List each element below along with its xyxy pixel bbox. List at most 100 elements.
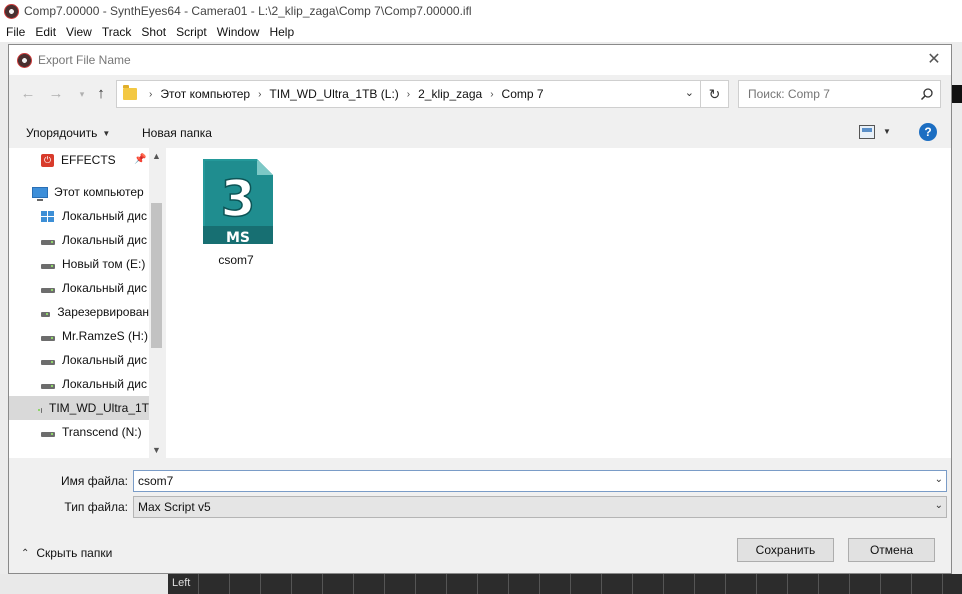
nav-item-drive[interactable]: Локальный дис xyxy=(9,204,149,228)
folder-icon xyxy=(123,85,137,100)
filename-input[interactable] xyxy=(134,471,914,491)
filetype-select[interactable]: Max Script v5 ⌄ xyxy=(133,496,947,518)
address-bar[interactable]: › Этот компьютер › TIM_WD_Ultra_1TB (L:)… xyxy=(116,80,701,108)
nav-item-this-pc[interactable]: Этот компьютер xyxy=(9,180,149,204)
drive-icon xyxy=(41,239,55,245)
nav-item-drive[interactable]: Локальный дис xyxy=(9,348,149,372)
nav-item-label: Transcend (N:) xyxy=(62,425,142,439)
nav-item-label: TIM_WD_Ultra_1T xyxy=(48,401,149,415)
pin-icon[interactable]: 📌 xyxy=(134,154,146,165)
chevron-down-icon[interactable]: ⌄ xyxy=(935,474,943,485)
menu-file[interactable]: File xyxy=(1,25,30,39)
app-titlebar: Comp7.00000 - SynthEyes64 - Camera01 - L… xyxy=(0,0,962,22)
help-icon[interactable]: ? xyxy=(919,123,937,141)
chevron-down-icon[interactable]: ▼ xyxy=(883,127,891,136)
syntheyes-dialog-icon xyxy=(17,52,32,68)
app-viewport-strip: Left xyxy=(0,574,962,594)
file-icon-glyph: 3 xyxy=(221,170,256,228)
file-item[interactable]: 3 MS csom7 xyxy=(191,156,281,268)
export-file-dialog: Export File Name ✕ ← → ▾ ↑ › Этот компью… xyxy=(8,44,952,574)
up-arrow-icon[interactable]: ↑ xyxy=(92,85,110,103)
chevron-right-icon[interactable]: › xyxy=(254,89,265,100)
app-side-panel xyxy=(0,574,168,594)
nav-item-label: Локальный дис xyxy=(62,209,147,223)
menu-edit[interactable]: Edit xyxy=(30,25,61,39)
new-folder-button[interactable]: Новая папка xyxy=(142,126,212,140)
nav-item-drive[interactable]: Transcend (N:) xyxy=(9,420,149,444)
file-list-pane: 3 MS csom7 xyxy=(166,148,951,458)
effects-icon: ⏻ xyxy=(41,153,54,167)
view-options-icon[interactable] xyxy=(859,125,875,139)
breadcrumb-drive[interactable]: TIM_WD_Ultra_1TB (L:) xyxy=(265,87,402,101)
cancel-button[interactable]: Отмена xyxy=(848,538,935,562)
breadcrumb-folder[interactable]: 2_klip_zaga xyxy=(414,87,486,101)
nav-item-effects[interactable]: ⏻ EFFECTS 📌 xyxy=(9,148,149,172)
nav-item-drive[interactable]: Локальный дис xyxy=(9,372,149,396)
close-icon[interactable]: ✕ xyxy=(923,49,945,71)
app-menubar: File Edit View Track Shot Script Window … xyxy=(0,22,962,42)
menu-track[interactable]: Track xyxy=(97,25,137,39)
breadcrumb-current[interactable]: Comp 7 xyxy=(498,87,548,101)
scroll-down-icon[interactable]: ▼ xyxy=(149,442,164,458)
chevron-down-icon[interactable]: ⌄ xyxy=(935,500,943,511)
search-box[interactable] xyxy=(738,80,941,108)
search-icon[interactable] xyxy=(920,87,934,101)
dialog-toolbar: Упорядочить ▼ Новая папка ▼ ? xyxy=(9,118,951,148)
back-arrow-icon[interactable]: ← xyxy=(19,85,37,103)
nav-item-label: Локальный дис xyxy=(62,281,147,295)
nav-item-drive[interactable]: Локальный дис xyxy=(9,228,149,252)
chevron-right-icon[interactable]: › xyxy=(486,89,497,100)
breadcrumb-this-pc[interactable]: Этот компьютер xyxy=(156,87,254,101)
drive-icon xyxy=(41,431,55,437)
menu-help[interactable]: Help xyxy=(264,25,299,39)
dialog-title: Export File Name xyxy=(38,53,131,67)
app-background-panel xyxy=(952,85,962,103)
computer-icon xyxy=(32,186,48,201)
scroll-thumb[interactable] xyxy=(151,203,162,348)
search-input[interactable] xyxy=(739,81,909,107)
nav-item-label: Локальный дис xyxy=(62,377,147,391)
max-script-file-icon: 3 MS xyxy=(203,159,273,246)
nav-item-label: EFFECTS xyxy=(61,153,116,167)
dialog-titlebar: Export File Name ✕ xyxy=(9,45,951,75)
nav-item-drive[interactable]: Новый том (E:) xyxy=(9,252,149,276)
filetype-label: Тип файла: xyxy=(64,500,128,514)
hide-folders-label: Скрыть папки xyxy=(36,546,113,560)
hide-folders-toggle[interactable]: ⌃ Скрыть папки xyxy=(21,546,112,560)
syntheyes-logo-icon xyxy=(4,3,19,19)
nav-item-label: Этот компьютер xyxy=(54,185,144,199)
nav-item-label: Новый том (E:) xyxy=(62,257,146,271)
scroll-up-icon[interactable]: ▲ xyxy=(149,148,164,164)
save-button[interactable]: Сохранить xyxy=(737,538,834,562)
file-name: csom7 xyxy=(218,253,254,267)
app-title: Comp7.00000 - SynthEyes64 - Camera01 - L… xyxy=(24,4,472,18)
menu-window[interactable]: Window xyxy=(212,25,265,39)
menu-script[interactable]: Script xyxy=(171,25,212,39)
filename-label: Имя файла: xyxy=(61,474,128,488)
nav-scrollbar[interactable]: ▲ ▼ xyxy=(149,148,164,458)
nav-item-drive[interactable]: Mr.RamzeS (H:) xyxy=(9,324,149,348)
filename-field[interactable]: ⌄ xyxy=(133,470,947,492)
chevron-down-icon[interactable]: ⌄ xyxy=(685,86,694,99)
chevron-up-icon: ⌃ xyxy=(21,547,30,559)
file-icon-badge: MS xyxy=(226,230,250,246)
nav-item-label: Локальный дис xyxy=(62,353,147,367)
windows-drive-icon xyxy=(41,210,54,222)
nav-item-label: Зарезервирован xyxy=(57,305,149,319)
chevron-right-icon[interactable]: › xyxy=(403,89,414,100)
drive-icon xyxy=(41,335,55,341)
menu-view[interactable]: View xyxy=(61,25,97,39)
drive-icon xyxy=(41,287,55,293)
left-viewport[interactable] xyxy=(168,574,962,594)
forward-arrow-icon[interactable]: → xyxy=(47,85,65,103)
drive-icon xyxy=(38,407,42,413)
nav-item-label: Локальный дис xyxy=(62,233,147,247)
menu-shot[interactable]: Shot xyxy=(136,25,171,39)
chevron-right-icon[interactable]: › xyxy=(145,89,156,100)
recent-locations-chevron-icon[interactable]: ▾ xyxy=(73,85,91,103)
nav-item-drive[interactable]: Зарезервирован xyxy=(9,300,149,324)
nav-item-drive[interactable]: Локальный дис xyxy=(9,276,149,300)
nav-item-drive-selected[interactable]: TIM_WD_Ultra_1T xyxy=(9,396,149,420)
organize-menu[interactable]: Упорядочить ▼ xyxy=(26,126,110,140)
refresh-button[interactable]: ↻ xyxy=(701,80,729,108)
